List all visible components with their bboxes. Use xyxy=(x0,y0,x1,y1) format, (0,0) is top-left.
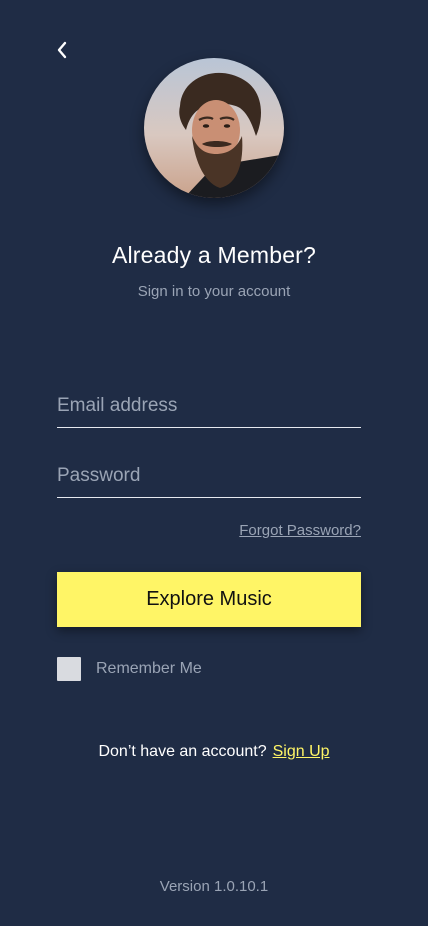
forgot-password-link[interactable]: Forgot Password? xyxy=(239,522,361,539)
signup-prompt: Don’t have an account? xyxy=(98,743,267,760)
password-field xyxy=(57,453,361,498)
chevron-left-icon xyxy=(57,41,67,59)
page-title: Already a Member? xyxy=(111,242,317,268)
app-version: Version 1.0.10.1 xyxy=(159,878,269,895)
email-input[interactable] xyxy=(57,395,361,417)
avatar xyxy=(144,58,284,198)
remember-me-checkbox[interactable] xyxy=(57,657,81,681)
password-input[interactable] xyxy=(57,465,361,487)
back-button[interactable] xyxy=(48,36,76,64)
remember-me[interactable]: Remember Me xyxy=(57,657,202,681)
profile-photo xyxy=(144,58,284,198)
page-subtitle: Sign in to your account xyxy=(137,283,291,300)
remember-me-label: Remember Me xyxy=(96,660,202,677)
login-screen: Already a Member? Sign in to your accoun… xyxy=(0,0,428,926)
signup-row: Don’t have an account? Sign Up xyxy=(0,743,428,761)
sign-up-link[interactable]: Sign Up xyxy=(273,743,330,760)
explore-music-button[interactable]: Explore Music xyxy=(57,572,361,627)
email-field xyxy=(57,383,361,428)
